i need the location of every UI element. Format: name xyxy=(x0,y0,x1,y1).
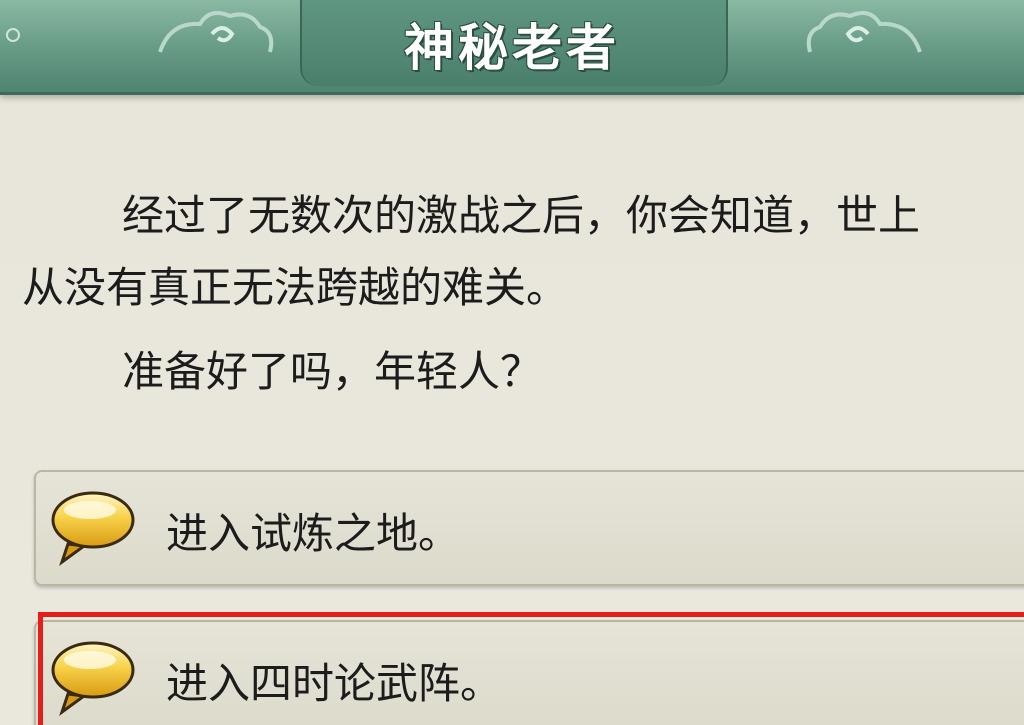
cloud-ornament-icon xyxy=(806,10,922,53)
cloud-ornament-icon xyxy=(158,10,274,53)
narration-line: 从没有真正无法跨越的难关。 xyxy=(22,263,569,312)
option-label: 进入试炼之地。 xyxy=(166,509,461,558)
npc-dialog-panel: 神秘老者 经过了无数次的激战之后，你会知道，世上 从没有真正无法跨越的难关。 准… xyxy=(0,0,1024,725)
dialog-title: 神秘老者 xyxy=(404,19,620,77)
ring-ornament-icon xyxy=(6,28,20,42)
option-label: 进入四时论武阵。 xyxy=(166,659,503,708)
option-enter-four-seasons-array[interactable]: 进入四时论武阵。 xyxy=(34,620,1024,725)
dialog-title-bar: 神秘老者 xyxy=(0,0,1024,95)
option-enter-trial-ground[interactable]: 进入试炼之地。 xyxy=(34,470,1024,586)
speech-bubble-icon xyxy=(51,641,135,716)
npc-narration: 经过了无数次的激战之后，你会知道，世上 从没有真正无法跨越的难关。 xyxy=(22,180,1024,324)
npc-question: 准备好了吗，年轻人？ xyxy=(122,347,543,396)
speech-bubble-icon xyxy=(51,491,135,566)
narration-line: 经过了无数次的激战之后，你会知道，世上 xyxy=(122,191,921,240)
